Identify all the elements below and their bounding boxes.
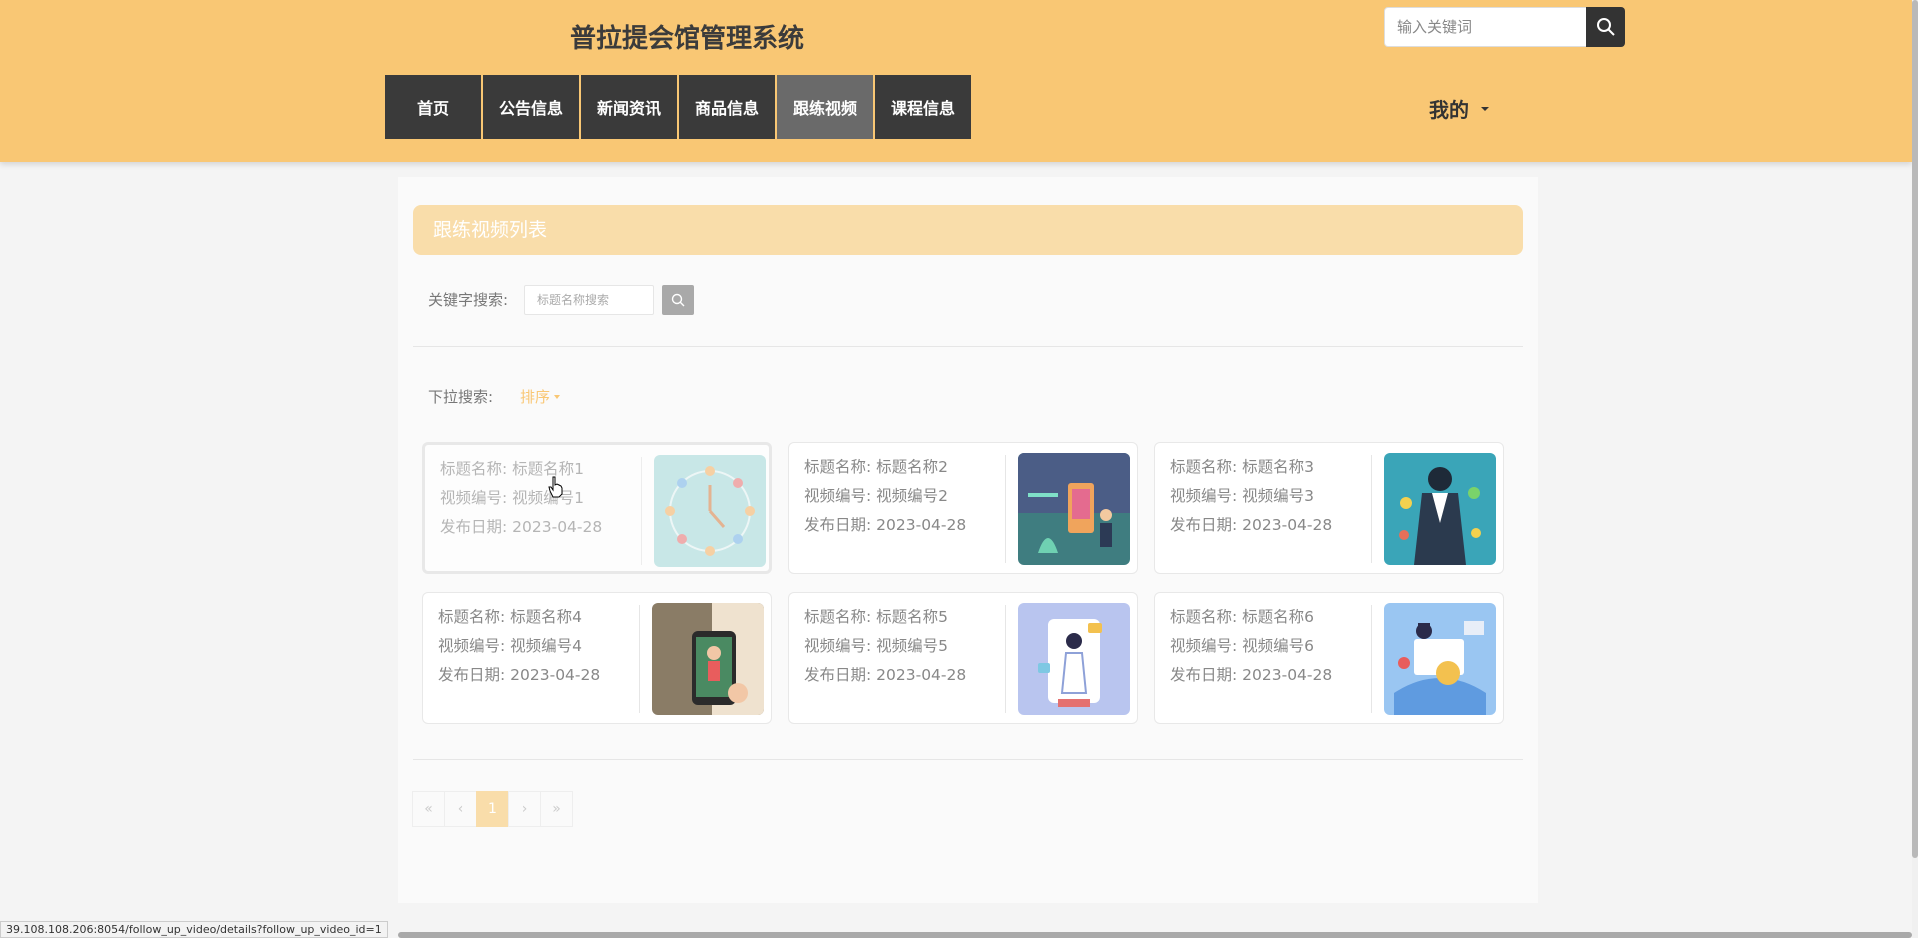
card-thumbnail[interactable]	[1384, 453, 1496, 565]
card-thumbnail[interactable]	[1018, 603, 1130, 715]
divider	[413, 346, 1523, 347]
keyword-label: 关键字搜索:	[428, 291, 509, 309]
nav-follow-videos[interactable]: 跟练视频	[777, 75, 874, 139]
card-title: 标题名称: 标题名称4	[438, 608, 583, 626]
mine-dropdown[interactable]: 我的	[1429, 94, 1489, 123]
sort-dropdown[interactable]: 排序	[520, 386, 561, 407]
card-text: 标题名称: 标题名称2 视频编号: 视频编号2 发布日期: 2023-04-28	[804, 453, 1004, 540]
nav-news[interactable]: 新闻资讯	[581, 75, 678, 139]
card-code: 视频编号: 视频编号4	[438, 637, 583, 655]
nav-announcements[interactable]: 公告信息	[483, 75, 580, 139]
page-prev[interactable]: ‹	[444, 791, 477, 827]
nav-home[interactable]: 首页	[385, 75, 482, 139]
card-date: 发布日期: 2023-04-28	[804, 666, 967, 684]
main-panel: 跟练视频列表 关键字搜索: 标题名称搜索 下拉搜索: 排序 标题名称: 标题名称…	[398, 177, 1538, 903]
card-date: 发布日期: 2023-04-28	[804, 516, 967, 534]
card-date: 发布日期: 2023-04-28	[1170, 666, 1333, 684]
card-title: 标题名称: 标题名称5	[804, 608, 949, 626]
card-thumbnail[interactable]	[1018, 453, 1130, 565]
card-code: 视频编号: 视频编号1	[440, 489, 585, 507]
page-current[interactable]: 1	[476, 791, 509, 827]
card-text: 标题名称: 标题名称5 视频编号: 视频编号5 发布日期: 2023-04-28	[804, 603, 1004, 690]
hand-cursor-icon	[548, 476, 563, 498]
site-title: 普拉提会馆管理系统	[570, 24, 805, 54]
card-text: 标题名称: 标题名称6 视频编号: 视频编号6 发布日期: 2023-04-28	[1170, 603, 1370, 690]
card-divider	[1005, 455, 1006, 563]
card-date: 发布日期: 2023-04-28	[438, 666, 601, 684]
caret-down-icon	[1481, 106, 1489, 111]
card-title: 标题名称: 标题名称1	[440, 460, 585, 478]
page-next[interactable]: ›	[508, 791, 541, 827]
card-title: 标题名称: 标题名称2	[804, 458, 949, 476]
page-first[interactable]: «	[412, 791, 445, 827]
card-title: 标题名称: 标题名称6	[1170, 608, 1315, 626]
card-thumbnail[interactable]	[1384, 603, 1496, 715]
nav-courses[interactable]: 课程信息	[875, 75, 972, 139]
card-divider	[1005, 605, 1006, 713]
search-icon	[671, 293, 685, 307]
nav-products[interactable]: 商品信息	[679, 75, 776, 139]
top-header: 普拉提会馆管理系统 输入关键词 首页 公告信息 新闻资讯 商品信息 跟练视频 课…	[0, 0, 1912, 162]
vertical-scrollbar-thumb[interactable]	[1912, 0, 1918, 858]
video-card[interactable]: 标题名称: 标题名称3 视频编号: 视频编号3 发布日期: 2023-04-28	[1154, 442, 1504, 574]
video-card[interactable]: 标题名称: 标题名称5 视频编号: 视频编号5 发布日期: 2023-04-28	[788, 592, 1138, 724]
mine-label: 我的	[1429, 98, 1469, 122]
card-thumbnail[interactable]	[654, 455, 766, 567]
keyword-search-button[interactable]	[662, 285, 694, 315]
search-icon	[1596, 18, 1615, 36]
card-divider	[1371, 455, 1372, 563]
card-code: 视频编号: 视频编号5	[804, 637, 949, 655]
card-text: 标题名称: 标题名称3 视频编号: 视频编号3 发布日期: 2023-04-28	[1170, 453, 1370, 540]
sort-label: 排序	[520, 388, 551, 406]
card-code: 视频编号: 视频编号6	[1170, 637, 1315, 655]
card-date: 发布日期: 2023-04-28	[1170, 516, 1333, 534]
main-nav: 首页 公告信息 新闻资讯 商品信息 跟练视频 课程信息	[385, 75, 973, 139]
divider	[413, 759, 1523, 760]
video-card[interactable]: 标题名称: 标题名称4 视频编号: 视频编号4 发布日期: 2023-04-28	[422, 592, 772, 724]
card-code: 视频编号: 视频编号2	[804, 487, 949, 505]
status-url: 39.108.108.206:8054/follow_up_video/deta…	[0, 921, 388, 938]
pagination: « ‹ 1 › »	[412, 791, 573, 827]
card-divider	[639, 605, 640, 713]
header-search-button[interactable]	[1586, 7, 1625, 47]
page-last[interactable]: »	[540, 791, 573, 827]
card-divider	[1371, 605, 1372, 713]
card-text: 标题名称: 标题名称4 视频编号: 视频编号4 发布日期: 2023-04-28	[438, 603, 638, 690]
card-date: 发布日期: 2023-04-28	[440, 518, 603, 536]
video-card[interactable]: 标题名称: 标题名称6 视频编号: 视频编号6 发布日期: 2023-04-28	[1154, 592, 1504, 724]
card-text: 标题名称: 标题名称1 视频编号: 视频编号1 发布日期: 2023-04-28	[440, 455, 640, 542]
video-card[interactable]: 标题名称: 标题名称1 视频编号: 视频编号1 发布日期: 2023-04-28	[422, 442, 772, 574]
list-title: 跟练视频列表	[413, 205, 1523, 255]
horizontal-scrollbar[interactable]	[398, 932, 1912, 938]
keyword-search-input[interactable]: 标题名称搜索	[524, 285, 654, 315]
header-search-input[interactable]: 输入关键词	[1384, 7, 1587, 47]
card-title: 标题名称: 标题名称3	[1170, 458, 1315, 476]
video-card[interactable]: 标题名称: 标题名称2 视频编号: 视频编号2 发布日期: 2023-04-28	[788, 442, 1138, 574]
card-divider	[641, 457, 642, 565]
caret-down-icon	[554, 394, 561, 399]
card-thumbnail[interactable]	[652, 603, 764, 715]
card-code: 视频编号: 视频编号3	[1170, 487, 1315, 505]
dropdown-search-label: 下拉搜索:	[428, 388, 494, 406]
